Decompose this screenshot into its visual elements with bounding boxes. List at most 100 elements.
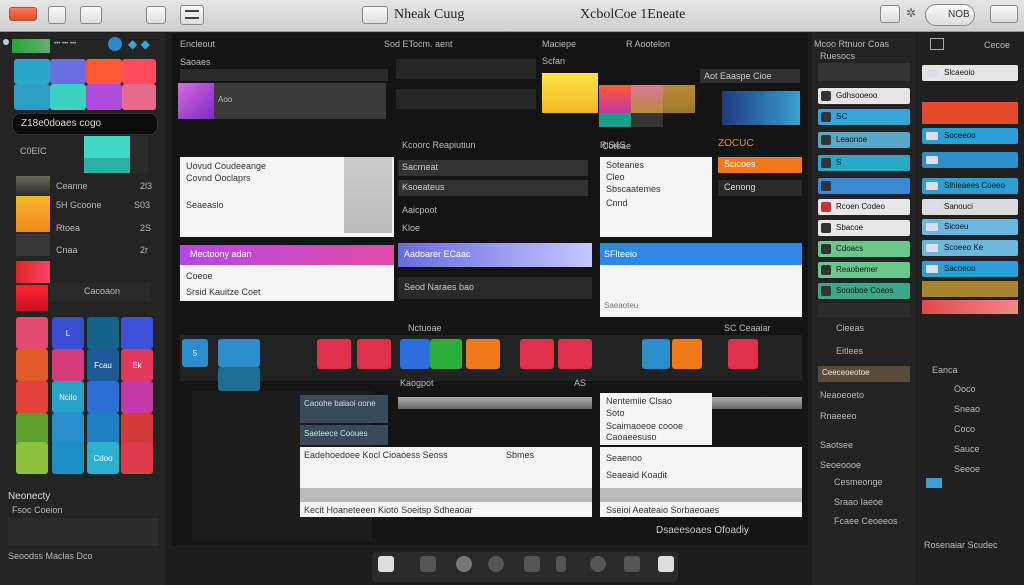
swatch-5[interactable]: [14, 84, 50, 110]
list1b-item-1[interactable]: Coeoe: [186, 271, 213, 281]
account-pill[interactable]: NOB: [925, 4, 975, 26]
rp-item-10[interactable]: Soooboe Coeos: [818, 283, 910, 299]
grid-tile-10[interactable]: Nciio: [52, 381, 84, 413]
help-icon[interactable]: [880, 5, 900, 23]
dock-icon-7[interactable]: [590, 556, 606, 572]
grid-tile-12[interactable]: [121, 381, 153, 413]
fr-bar-gold[interactable]: [922, 281, 1018, 297]
tool-4[interactable]: [357, 339, 391, 369]
lb-row[interactable]: Eadehoedoee Kocl Cioaoess Seoss: [304, 450, 448, 460]
r-btn-a[interactable]: ZOCUC: [718, 138, 802, 154]
r-btn-b[interactable]: Scicoes: [718, 157, 802, 173]
grid-tile-7[interactable]: Fcau: [87, 349, 119, 381]
tbl-row-2[interactable]: Saeteece Cooues: [300, 425, 388, 445]
rp-item-9[interactable]: Reaobemer: [818, 262, 910, 278]
dock-icon-6[interactable]: [556, 556, 566, 572]
right-field[interactable]: [818, 63, 910, 81]
rp-item-8[interactable]: Cdoacs: [818, 241, 910, 257]
tool-12[interactable]: [728, 339, 758, 369]
grid-tile-13[interactable]: [16, 413, 48, 445]
swatch-4[interactable]: [122, 59, 156, 84]
swatch-c4[interactable]: [599, 113, 631, 127]
grid-tile-18[interactable]: [52, 442, 84, 474]
fr-bar-red[interactable]: [922, 300, 1018, 314]
list1b-item-2[interactable]: Srsid Kauitze Coet: [186, 287, 261, 297]
dock-icon-5[interactable]: [524, 556, 540, 572]
grid-tile-8[interactable]: Ek: [121, 349, 153, 381]
mid-highlight[interactable]: Aadoarer ECaac: [398, 243, 592, 267]
dock-icon-3[interactable]: [456, 556, 472, 572]
rp-item-7[interactable]: Sbacoe: [818, 220, 910, 236]
panel-icon[interactable]: [930, 38, 944, 50]
toolbar-button-3[interactable]: [146, 6, 166, 24]
grid-tile-4[interactable]: [121, 317, 153, 349]
dock-icon-8[interactable]: [624, 556, 640, 572]
swatch-teal-2[interactable]: [84, 158, 130, 173]
rp-item-3[interactable]: Leaonoe: [818, 132, 910, 148]
dock-icon-1[interactable]: [378, 556, 394, 572]
swatch-1[interactable]: [14, 59, 50, 84]
toolbar-button-1[interactable]: [48, 6, 66, 24]
swatch-7[interactable]: [86, 84, 122, 110]
window-icon[interactable]: [362, 6, 388, 24]
yellow-card[interactable]: [542, 73, 598, 113]
thumb-3[interactable]: [16, 234, 50, 256]
mid-row-1[interactable]: Sacrneat: [398, 160, 588, 176]
menu-icon[interactable]: [180, 5, 204, 25]
grid-tile-15[interactable]: [87, 413, 119, 445]
grid-tile-9[interactable]: [16, 381, 48, 413]
tbl-right-3[interactable]: Scaimaoeoe coooe: [606, 421, 683, 431]
grid-tile-16[interactable]: [121, 413, 153, 445]
grid-tile-14[interactable]: [52, 413, 84, 445]
r-list-2[interactable]: Cleo: [606, 172, 625, 182]
grid-tile-11[interactable]: [87, 381, 119, 413]
swatch-2[interactable]: [50, 59, 86, 84]
fr-item-2[interactable]: Soceeoo: [922, 128, 1018, 144]
rb-bottom[interactable]: Sseioi Aeateaio Sorbaeoaes: [606, 505, 719, 515]
tool-10[interactable]: [642, 339, 670, 369]
toolbar-button-end[interactable]: [990, 5, 1018, 23]
gradient-thumb[interactable]: [178, 83, 214, 119]
rp-item-2[interactable]: SC: [818, 109, 910, 125]
swatch-6[interactable]: [50, 84, 86, 110]
grid-tile-6[interactable]: [52, 349, 84, 381]
grid-tile-17[interactable]: [16, 442, 48, 474]
rb-row-1[interactable]: Seaenoo: [606, 453, 642, 463]
rp-item-4[interactable]: S: [818, 155, 910, 171]
tool-5[interactable]: [400, 339, 430, 369]
r-list-4[interactable]: Cnnd: [606, 198, 628, 208]
r-list-3[interactable]: Sbscaatemes: [606, 184, 661, 194]
dock-icon-9[interactable]: [658, 556, 674, 572]
rp-item-5[interactable]: [818, 178, 910, 194]
swatch-c5[interactable]: [631, 113, 663, 127]
tool-9[interactable]: [558, 339, 592, 369]
rp-item-1[interactable]: Gdhsooeoo: [818, 88, 910, 104]
swatch-3[interactable]: [86, 59, 122, 84]
fr-item-3[interactable]: [922, 152, 1018, 168]
swatch-c2[interactable]: [631, 85, 663, 113]
app-icon[interactable]: [9, 7, 37, 21]
dock-icon-2[interactable]: [420, 556, 436, 572]
color-swatch[interactable]: [12, 39, 50, 53]
tool-7[interactable]: [466, 339, 500, 369]
mid-row-2[interactable]: Ksoeateus: [398, 180, 588, 196]
grid-tile-3[interactable]: [87, 317, 119, 349]
bs-label[interactable]: Aot Eaaspe Cioe: [700, 69, 800, 83]
gradient-box[interactable]: [722, 91, 800, 125]
list1-item-2[interactable]: Covnd Ooclaprs: [186, 173, 251, 183]
lb-right[interactable]: Sbmes: [506, 450, 534, 460]
info-icon[interactable]: [108, 37, 122, 51]
swatch-8[interactable]: [122, 84, 156, 110]
fr-item-4[interactable]: Slhleaees Coeeo: [922, 178, 1018, 194]
tool-8[interactable]: [520, 339, 554, 369]
lb-bottom[interactable]: Kecit Hoaneteeen Kioto Soeitsp Sdheaoar: [304, 505, 473, 515]
tbl-right-4[interactable]: Caoaeesuso: [606, 432, 657, 442]
fr-item-7[interactable]: Scoeeo Ke: [922, 240, 1018, 256]
input-field-1[interactable]: [396, 59, 536, 79]
grid-tile-1[interactable]: [16, 317, 48, 349]
tool-3[interactable]: [317, 339, 351, 369]
tool-2[interactable]: [218, 339, 260, 367]
list1-item-3[interactable]: Seaeaslo: [186, 200, 224, 210]
thumb-5[interactable]: [16, 285, 48, 311]
r-btn-c[interactable]: Cenong: [718, 180, 802, 196]
